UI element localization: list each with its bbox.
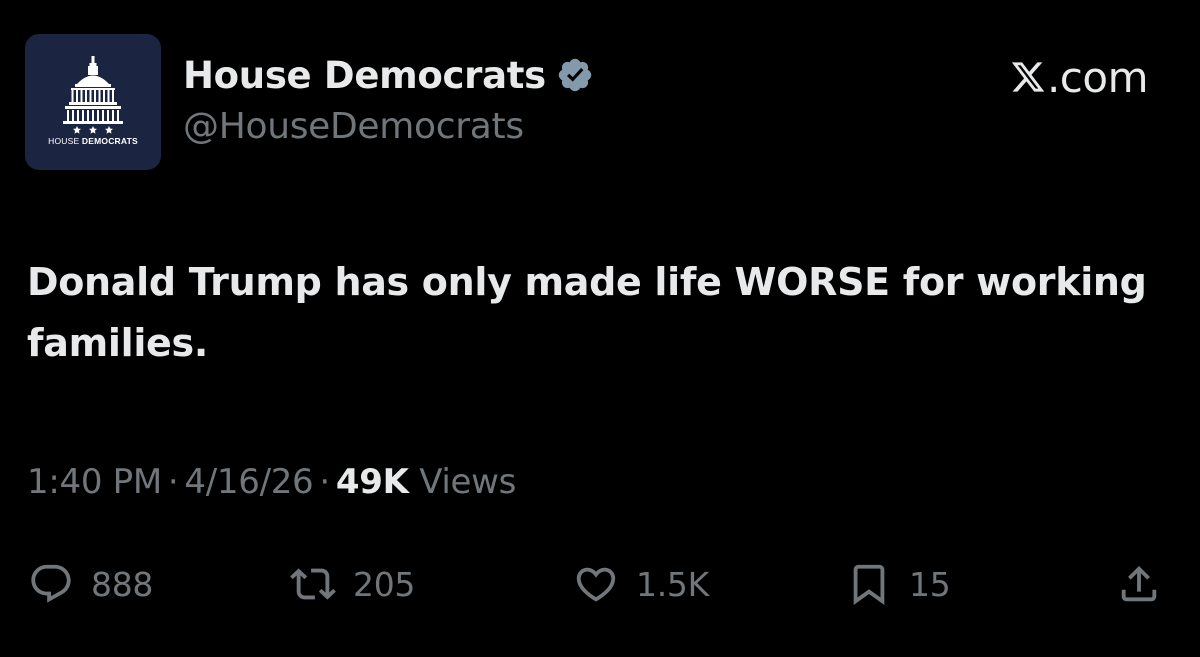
share-button[interactable] bbox=[1116, 558, 1162, 610]
reply-icon bbox=[31, 564, 71, 603]
display-name[interactable]: House Democrats bbox=[183, 54, 546, 97]
post-time[interactable]: 1:40 PM bbox=[27, 462, 162, 502]
avatar-logo-text: HOUSE DEMOCRATS bbox=[48, 136, 138, 146]
meta-separator: · bbox=[319, 462, 330, 502]
verified-badge-icon[interactable] bbox=[556, 56, 594, 94]
name-row: House Democrats bbox=[183, 50, 594, 100]
reply-button[interactable]: 888 bbox=[28, 558, 153, 610]
views-label: Views bbox=[419, 462, 517, 502]
heart-icon bbox=[576, 567, 616, 602]
bookmark-button[interactable]: 15 bbox=[846, 558, 951, 610]
views-count: 49K bbox=[335, 462, 409, 502]
brand-domain-suffix: .com bbox=[1046, 52, 1149, 102]
account-handle[interactable]: @HouseDemocrats bbox=[183, 106, 524, 147]
bookmark-icon bbox=[853, 564, 885, 605]
like-button[interactable]: 1.5K bbox=[573, 558, 709, 610]
post-meta: 1:40 PM · 4/16/26 · 49K Views bbox=[27, 462, 516, 502]
avatar[interactable]: HOUSE DEMOCRATS bbox=[25, 34, 161, 170]
brand-watermark: .com bbox=[1010, 52, 1149, 102]
share-icon bbox=[1121, 565, 1157, 602]
action-bar: 888 205 1.5K 15 bbox=[0, 558, 1200, 610]
x-logo-icon bbox=[1010, 59, 1046, 95]
tweet-card: HOUSE DEMOCRATS House Democrats @HouseDe… bbox=[0, 0, 1200, 657]
post-date[interactable]: 4/16/26 bbox=[184, 462, 313, 502]
capitol-dome-icon bbox=[63, 56, 123, 134]
like-count: 1.5K bbox=[636, 564, 709, 604]
reply-count: 888 bbox=[91, 564, 154, 604]
meta-separator: · bbox=[167, 462, 179, 502]
repost-icon bbox=[290, 568, 336, 600]
post-text: Donald Trump has only made life WORSE fo… bbox=[27, 260, 1147, 365]
repost-count: 205 bbox=[353, 564, 416, 604]
bookmark-count: 15 bbox=[909, 564, 951, 604]
repost-button[interactable]: 205 bbox=[290, 558, 415, 610]
